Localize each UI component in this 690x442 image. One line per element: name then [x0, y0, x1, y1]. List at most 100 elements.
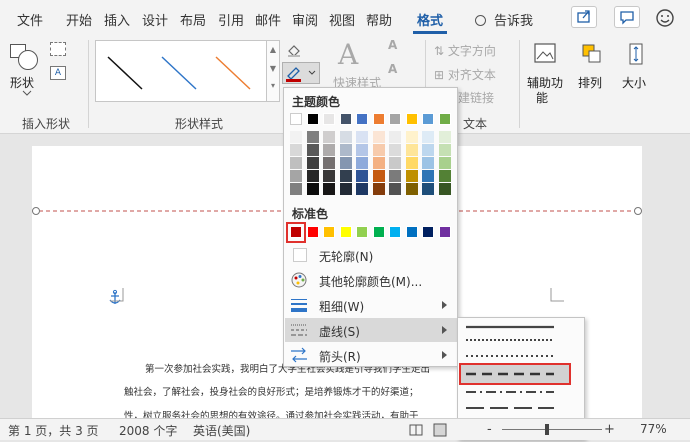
shape-outline-button[interactable]: [282, 62, 320, 84]
standard-color-swatch[interactable]: [306, 226, 319, 238]
shapes-button[interactable]: 形状: [10, 40, 44, 100]
theme-shade-swatch[interactable]: [306, 144, 319, 156]
theme-shade-swatch[interactable]: [422, 170, 434, 182]
theme-shade-swatch[interactable]: [356, 144, 368, 156]
line-end-handle[interactable]: [634, 207, 642, 215]
theme-shade-swatch[interactable]: [372, 144, 385, 156]
text-fill-icon[interactable]: A: [388, 38, 397, 52]
line-style-blue[interactable]: [161, 56, 197, 90]
standard-color-swatch[interactable]: [323, 226, 335, 238]
theme-shade-swatch[interactable]: [389, 183, 401, 195]
theme-shade-swatch[interactable]: [438, 183, 451, 195]
zoom-out-button[interactable]: -: [487, 422, 492, 437]
theme-color-swatch[interactable]: [356, 113, 368, 125]
tab-review[interactable]: 审阅: [292, 10, 318, 29]
theme-shade-swatch[interactable]: [422, 131, 434, 143]
dashes-item[interactable]: 虚线(S): [285, 318, 457, 342]
tab-help[interactable]: 帮助: [366, 10, 392, 29]
tab-insert[interactable]: 插入: [104, 10, 130, 29]
comments-button[interactable]: [614, 6, 640, 28]
text-outline-icon[interactable]: A: [388, 62, 397, 76]
theme-shade-swatch[interactable]: [339, 170, 352, 182]
smiley-feedback-icon[interactable]: [655, 8, 675, 28]
theme-shade-swatch[interactable]: [306, 183, 319, 195]
theme-shade-swatch[interactable]: [438, 131, 451, 143]
standard-color-swatch[interactable]: [389, 226, 401, 238]
weight-item[interactable]: 粗细(W): [285, 293, 457, 317]
theme-shade-swatch[interactable]: [339, 157, 352, 169]
language-indicator[interactable]: 英语(美国): [193, 422, 250, 439]
theme-shade-swatch[interactable]: [405, 144, 418, 156]
zoom-slider-track[interactable]: [502, 429, 602, 430]
theme-shade-swatch[interactable]: [405, 170, 418, 182]
theme-shade-swatch[interactable]: [356, 131, 368, 143]
tab-mailings[interactable]: 邮件: [255, 10, 281, 29]
tell-me-search[interactable]: 告诉我: [475, 10, 533, 29]
theme-color-swatch[interactable]: [290, 113, 302, 125]
theme-shade-swatch[interactable]: [405, 157, 418, 169]
theme-shade-swatch[interactable]: [405, 183, 418, 195]
theme-color-swatch[interactable]: [323, 113, 335, 125]
tab-design[interactable]: 设计: [142, 10, 168, 29]
theme-shade-swatch[interactable]: [405, 131, 418, 143]
zoom-level[interactable]: 77%: [640, 422, 667, 436]
theme-shade-swatch[interactable]: [323, 144, 335, 156]
theme-shade-swatch[interactable]: [323, 157, 335, 169]
line-style-black[interactable]: [107, 56, 143, 90]
theme-shade-swatch[interactable]: [323, 131, 335, 143]
theme-shade-swatch[interactable]: [323, 183, 335, 195]
tab-file[interactable]: 文件: [17, 10, 43, 29]
theme-shade-swatch[interactable]: [339, 183, 352, 195]
standard-color-swatch[interactable]: [372, 226, 385, 238]
theme-color-swatch[interactable]: [372, 113, 385, 125]
theme-shade-swatch[interactable]: [438, 157, 451, 169]
scroll-down-icon[interactable]: ▼: [267, 64, 279, 73]
standard-color-swatch[interactable]: [405, 226, 418, 238]
theme-color-swatch[interactable]: [339, 113, 352, 125]
theme-shade-swatch[interactable]: [339, 144, 352, 156]
gallery-more-icon[interactable]: ▾: [267, 81, 279, 90]
theme-shade-swatch[interactable]: [356, 170, 368, 182]
theme-shade-swatch[interactable]: [290, 183, 302, 195]
edit-shape-icon[interactable]: [50, 42, 66, 56]
theme-shade-swatch[interactable]: [422, 157, 434, 169]
line-style-orange[interactable]: [215, 56, 251, 90]
theme-shade-swatch[interactable]: [306, 157, 319, 169]
word-count[interactable]: 2008 个字: [119, 422, 177, 439]
theme-shade-swatch[interactable]: [389, 131, 401, 143]
wordart-a-icon[interactable]: A: [338, 38, 358, 71]
theme-shade-swatch[interactable]: [306, 131, 319, 143]
theme-color-swatch[interactable]: [422, 113, 434, 125]
tab-home[interactable]: 开始: [66, 10, 92, 29]
theme-shade-swatch[interactable]: [372, 170, 385, 182]
theme-shade-swatch[interactable]: [438, 170, 451, 182]
tab-view[interactable]: 视图: [329, 10, 355, 29]
standard-color-swatch[interactable]: [356, 226, 368, 238]
theme-shade-swatch[interactable]: [290, 144, 302, 156]
print-layout-icon[interactable]: [433, 423, 447, 437]
read-mode-icon[interactable]: [409, 423, 423, 437]
theme-shade-swatch[interactable]: [389, 144, 401, 156]
theme-shade-swatch[interactable]: [422, 183, 434, 195]
theme-shade-swatch[interactable]: [422, 144, 434, 156]
scroll-up-icon[interactable]: ▲: [267, 45, 279, 54]
gallery-scroll[interactable]: ▲ ▼ ▾: [266, 40, 280, 102]
theme-shade-swatch[interactable]: [306, 170, 319, 182]
theme-shade-swatch[interactable]: [389, 170, 401, 182]
zoom-slider-thumb[interactable]: [545, 424, 549, 435]
align-text-button[interactable]: ⊞ 对齐文本: [434, 66, 496, 83]
no-outline-item[interactable]: 无轮廓(N): [285, 243, 457, 267]
theme-shade-swatch[interactable]: [389, 157, 401, 169]
arrows-item[interactable]: 箭头(R): [285, 343, 457, 367]
page-count[interactable]: 第 1 页，共 3 页: [8, 422, 99, 439]
theme-color-swatch[interactable]: [389, 113, 401, 125]
theme-shade-swatch[interactable]: [339, 131, 352, 143]
zoom-in-button[interactable]: +: [604, 422, 615, 437]
share-button[interactable]: [571, 6, 597, 28]
theme-shade-swatch[interactable]: [372, 131, 385, 143]
theme-color-swatch[interactable]: [306, 113, 319, 125]
theme-shade-swatch[interactable]: [356, 183, 368, 195]
theme-shade-swatch[interactable]: [290, 157, 302, 169]
theme-shade-swatch[interactable]: [372, 183, 385, 195]
text-box-icon[interactable]: A: [50, 66, 66, 80]
